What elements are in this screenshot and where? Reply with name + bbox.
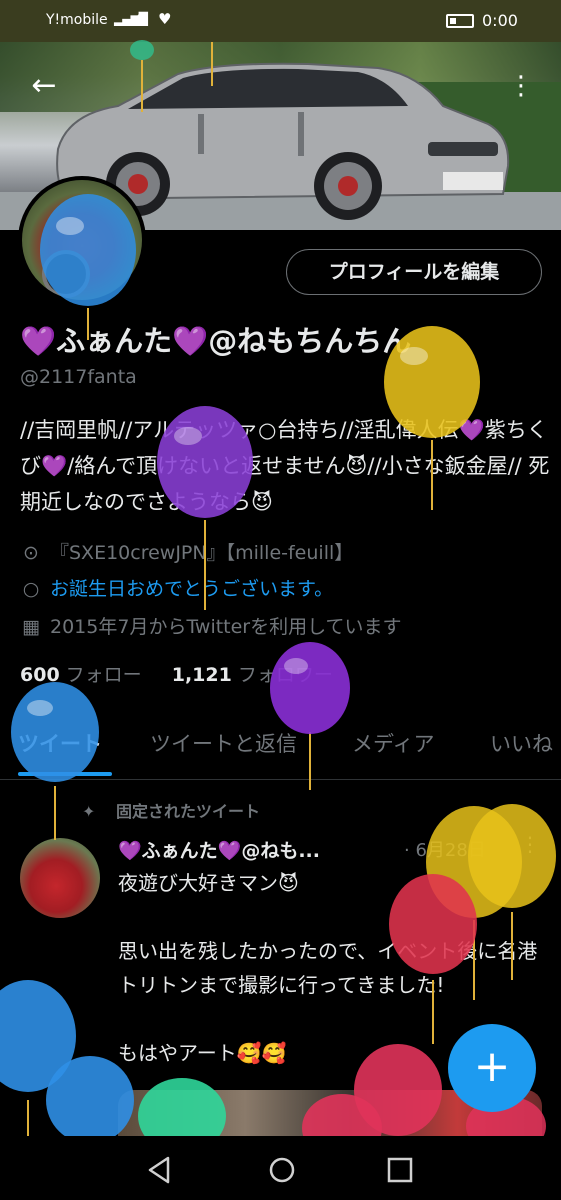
tab-tweets-and-replies[interactable]: ツイートと返信 xyxy=(150,728,297,758)
android-nav-bar xyxy=(0,1136,561,1200)
location-pin-icon: ⊙ xyxy=(23,542,39,564)
plus-icon: + xyxy=(473,1041,511,1092)
tab-tweets[interactable]: ツイート xyxy=(18,728,102,758)
wifi-icon: ◠ xyxy=(136,10,149,26)
tab-likes[interactable]: いいね xyxy=(490,728,553,758)
nav-recent-apps-icon[interactable] xyxy=(380,1150,420,1190)
avatar-image xyxy=(22,180,142,300)
balloon-icon: ○ xyxy=(22,578,40,600)
clock: 0:00 xyxy=(482,11,518,30)
profile-location: ⊙ 『SXE10crewJPN』【mille-feuill】 xyxy=(20,538,353,565)
profile-joined: ▦ 2015年7月からTwitterを利用しています xyxy=(20,612,402,639)
tweet-date: · 6月28日 xyxy=(404,840,486,861)
followers-link[interactable]: 1,121 フォロワー xyxy=(172,664,333,686)
profile-bio: //吉岡里帆//アルテッツァ○台持ち//淫乱偉人伝💜紫ちくび💜/絡んで頂けないと… xyxy=(20,418,550,514)
heart-icon: ♥ xyxy=(158,10,172,28)
profile-tabs: ツイート ツイートと返信 メディア いいね xyxy=(0,720,561,780)
following-link[interactable]: 600 フォロー xyxy=(20,664,142,686)
balloon-blue-bottom-left-icon xyxy=(0,980,76,1160)
following-count: 600 xyxy=(20,664,60,686)
location-text: 『SXE10crewJPN』【mille-feuill】 xyxy=(50,542,354,564)
tweet-author-avatar[interactable] xyxy=(20,838,100,918)
follow-stats: 600 フォロー 1,121 フォロワー xyxy=(20,660,333,687)
status-bar: Y!mobile ▂▄▆█ ◠ ♥ 0:00 xyxy=(0,0,561,42)
profile-handle: @2117fanta xyxy=(20,366,137,388)
carrier-label: Y!mobile xyxy=(46,12,108,28)
tab-media[interactable]: メディア xyxy=(352,728,435,758)
profile-avatar[interactable] xyxy=(18,176,146,304)
more-options-icon[interactable]: ⋮ xyxy=(506,64,536,108)
pinned-label: ✦ 固定されたツイート xyxy=(82,798,260,822)
active-tab-indicator xyxy=(18,772,112,776)
battery-icon xyxy=(446,14,474,28)
followers-count: 1,121 xyxy=(171,664,232,686)
profile-name: 💜ふぁんた💜@ねもちんちん xyxy=(20,324,412,358)
back-arrow-icon[interactable]: ← xyxy=(22,64,66,108)
calendar-icon: ▦ xyxy=(22,616,40,638)
tweet-more-icon[interactable]: ⋮ xyxy=(520,832,540,856)
edit-profile-button[interactable]: プロフィールを編集 xyxy=(286,249,542,295)
profile-birthday[interactable]: ○ お誕生日おめでとうございます。 xyxy=(20,574,333,601)
pinned-text: 固定されたツイート xyxy=(116,802,261,821)
joined-text: 2015年7月からTwitterを利用しています xyxy=(50,616,402,638)
tweet-author-name[interactable]: 💜ふぁんた💜@ねも... xyxy=(118,836,320,863)
pin-icon: ✦ xyxy=(82,802,96,821)
compose-tweet-button[interactable]: + xyxy=(448,1024,536,1112)
following-label: フォロー xyxy=(65,664,142,686)
nav-back-icon[interactable] xyxy=(140,1150,180,1190)
nav-home-icon[interactable] xyxy=(262,1150,302,1190)
birthday-text: お誕生日おめでとうございます。 xyxy=(50,578,334,600)
followers-label: フォロワー xyxy=(237,664,333,686)
